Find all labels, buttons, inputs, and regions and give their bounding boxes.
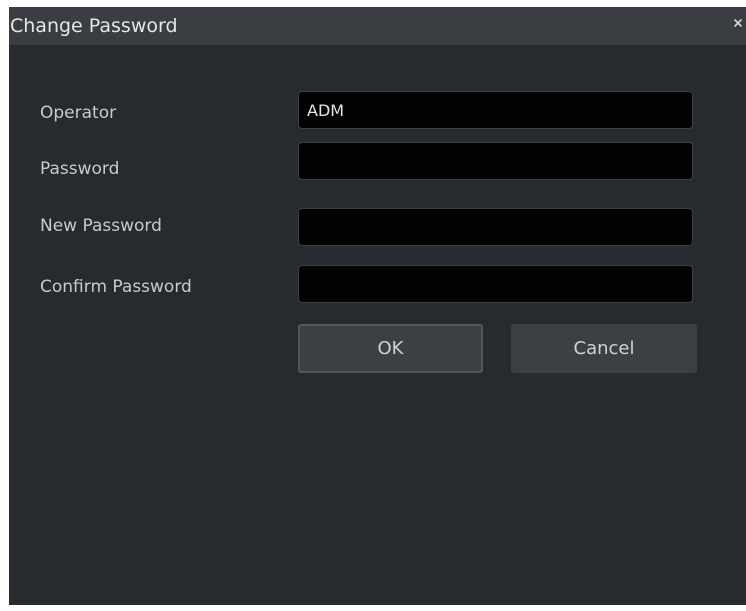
title-bar: Change Password bbox=[9, 7, 746, 45]
new-password-field[interactable] bbox=[298, 208, 693, 246]
confirm-password-field[interactable] bbox=[298, 265, 693, 303]
operator-field[interactable] bbox=[298, 91, 693, 129]
close-icon bbox=[734, 19, 742, 27]
cancel-button[interactable]: Cancel bbox=[511, 324, 697, 373]
ok-button[interactable]: OK bbox=[298, 324, 483, 373]
close-button[interactable] bbox=[730, 7, 746, 37]
change-password-dialog: Change Password Operator Password New Pa… bbox=[9, 7, 746, 605]
operator-label: Operator bbox=[40, 103, 117, 123]
dialog-title: Change Password bbox=[10, 15, 178, 37]
password-label: Password bbox=[40, 159, 120, 179]
new-password-label: New Password bbox=[40, 216, 162, 236]
confirm-password-label: Confirm Password bbox=[40, 277, 192, 297]
password-field[interactable] bbox=[298, 142, 693, 180]
